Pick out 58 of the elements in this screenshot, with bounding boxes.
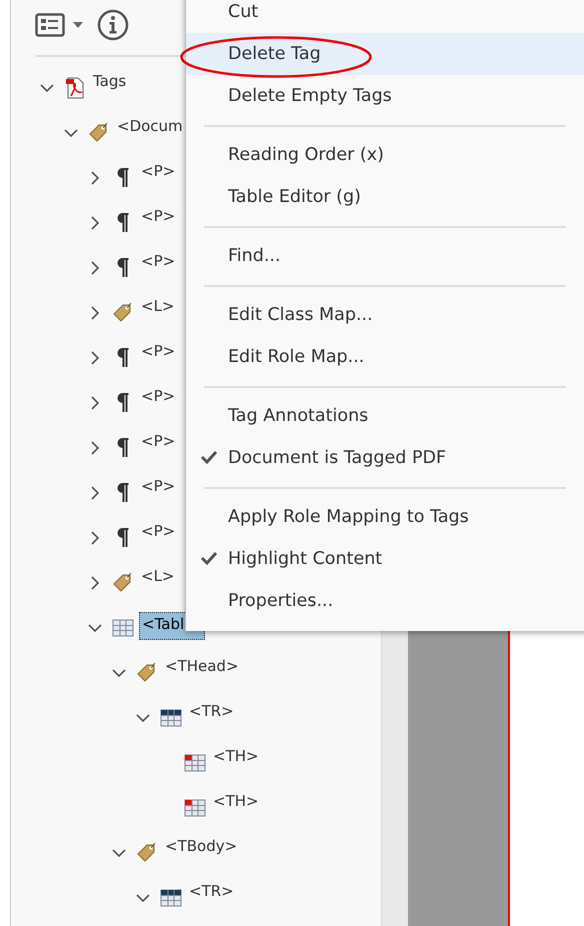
chevron-right-icon[interactable] — [91, 440, 99, 454]
menu-item[interactable]: Cut — [186, 0, 584, 33]
paragraph-icon — [117, 393, 129, 412]
caret-icon[interactable] — [73, 22, 83, 28]
menu-item[interactable]: Delete Empty Tags — [186, 75, 584, 117]
paragraph-icon — [117, 438, 129, 457]
info-icon[interactable] — [97, 8, 129, 40]
tag-label[interactable]: Tags — [91, 70, 128, 90]
paragraph-icon — [117, 258, 129, 277]
tag-label[interactable]: <TH> — [211, 790, 261, 810]
chevron-down-icon[interactable] — [64, 128, 78, 136]
paragraph-icon — [117, 168, 129, 187]
chevron-right-icon[interactable] — [91, 396, 99, 410]
chevron-down-icon[interactable] — [112, 668, 126, 676]
menu-item[interactable]: Find... — [186, 235, 584, 277]
chevron-right-icon[interactable] — [91, 350, 99, 364]
menu-item[interactable]: Edit Class Map... — [186, 294, 584, 336]
menu-item[interactable]: Document is Tagged PDF — [186, 437, 584, 479]
chevron-down-icon[interactable] — [136, 714, 150, 722]
tag-label[interactable]: <P> — [139, 340, 178, 360]
tag-label[interactable]: <Docum — [115, 116, 185, 136]
paragraph-icon — [117, 483, 129, 502]
tag-label[interactable]: <L> — [139, 566, 176, 586]
menu-item[interactable]: Delete Tag — [186, 33, 584, 75]
tag-label[interactable]: <P> — [139, 520, 178, 540]
tag-label[interactable]: <P> — [139, 250, 178, 270]
menu-item[interactable]: Reading Order (x) — [186, 134, 584, 176]
tag-label[interactable]: <TR> — [187, 880, 236, 900]
tag-label[interactable]: <TR> — [187, 700, 236, 720]
tag-label[interactable]: <P> — [139, 386, 178, 406]
tag-label[interactable]: <P> — [139, 430, 178, 450]
chevron-right-icon[interactable] — [91, 486, 99, 500]
tag-label[interactable]: <P> — [139, 476, 178, 496]
menu-item[interactable]: Highlight Content — [186, 538, 584, 580]
chevron-down-icon[interactable] — [40, 84, 54, 92]
tag-label[interactable]: <THead> — [163, 656, 241, 676]
tag-label[interactable]: <TH> — [211, 746, 261, 766]
chevron-down-icon[interactable] — [112, 848, 126, 856]
paragraph-icon — [117, 528, 129, 547]
options-icon[interactable] — [35, 12, 65, 36]
chevron-down-icon[interactable] — [136, 894, 150, 902]
chevron-right-icon[interactable] — [91, 576, 99, 590]
menu-item[interactable]: Table Editor (g) — [186, 176, 584, 218]
tag-label[interactable]: <L> — [139, 296, 176, 316]
tag-label[interactable]: <P> — [139, 160, 178, 180]
chevron-right-icon[interactable] — [91, 216, 99, 230]
chevron-right-icon[interactable] — [91, 530, 99, 544]
tag-label[interactable]: <TBody> — [163, 836, 240, 856]
chevron-down-icon[interactable] — [88, 624, 102, 632]
chevron-right-icon[interactable] — [91, 306, 99, 320]
paragraph-icon — [117, 348, 129, 367]
chevron-right-icon[interactable] — [91, 170, 99, 184]
paragraph-icon — [117, 213, 129, 232]
menu-item[interactable]: Tag Annotations — [186, 395, 584, 437]
menu-item[interactable]: Edit Role Map... — [186, 336, 584, 378]
chevron-right-icon[interactable] — [91, 260, 99, 274]
menu-item[interactable]: Apply Role Mapping to Tags — [186, 496, 584, 538]
tag-label[interactable]: <P> — [139, 206, 178, 226]
